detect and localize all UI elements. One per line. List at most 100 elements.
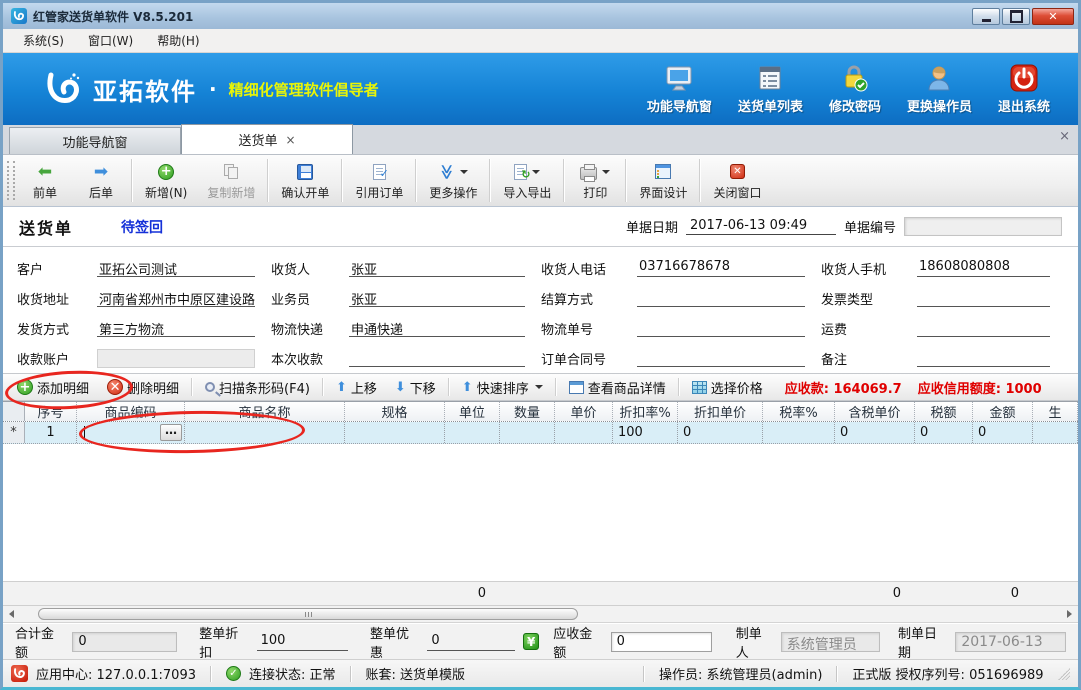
due-amount-label: 应收金额 bbox=[553, 623, 602, 661]
col-seq[interactable]: 序号 bbox=[25, 402, 77, 421]
cell-truncated[interactable] bbox=[1033, 422, 1078, 443]
select-price-button[interactable]: 选择价格 bbox=[686, 376, 769, 399]
interface-design-button[interactable]: 界面设计 bbox=[629, 155, 697, 206]
view-product-detail-button[interactable]: 查看商品详情 bbox=[563, 376, 672, 399]
shipping-method-field[interactable]: 第三方物流 bbox=[97, 319, 255, 337]
customer-field[interactable]: 亚拓公司测试 bbox=[97, 259, 255, 277]
contract-no-field[interactable] bbox=[637, 349, 805, 367]
col-product-name[interactable]: 商品名称 bbox=[185, 402, 345, 421]
horizontal-scrollbar[interactable] bbox=[3, 606, 1078, 623]
cell-unit-price[interactable] bbox=[555, 422, 613, 443]
cell-product-code[interactable] bbox=[77, 422, 185, 443]
payment-now-field[interactable] bbox=[349, 349, 525, 367]
menu-system[interactable]: 系统(S) bbox=[13, 29, 74, 52]
col-qty[interactable]: 数量 bbox=[500, 402, 555, 421]
print-button[interactable]: 打印 bbox=[567, 155, 623, 206]
yen-icon[interactable]: ¥ bbox=[523, 633, 539, 650]
prev-order-button[interactable]: ⬅ 前单 bbox=[17, 155, 73, 206]
invoice-type-field[interactable] bbox=[917, 289, 1050, 307]
tab-delivery-order[interactable]: 送货单 × bbox=[181, 124, 353, 154]
receivable-amount-text: 应收款: 164069.7 bbox=[785, 378, 902, 397]
quick-sort-button[interactable]: ⬆ 快速排序 bbox=[456, 376, 549, 399]
scroll-right-arrow-icon[interactable] bbox=[1061, 606, 1078, 622]
dropdown-caret-icon bbox=[602, 170, 610, 174]
tabstrip-close-icon[interactable]: × bbox=[1059, 129, 1070, 144]
copy-new-button[interactable]: 复制新增 bbox=[197, 155, 265, 206]
col-discount-rate[interactable]: 折扣率% bbox=[613, 402, 678, 421]
salesman-field[interactable]: 张亚 bbox=[349, 289, 525, 307]
cell-amount[interactable]: 0 bbox=[973, 422, 1033, 443]
close-window-button[interactable]: 关闭窗口 bbox=[703, 155, 771, 206]
cell-tax-rate[interactable] bbox=[763, 422, 835, 443]
exit-system-button[interactable]: 退出系统 bbox=[998, 63, 1050, 115]
scrollbar-track[interactable] bbox=[20, 606, 1061, 622]
doc-number-field[interactable] bbox=[904, 217, 1062, 236]
cell-spec[interactable] bbox=[345, 422, 445, 443]
freight-field[interactable] bbox=[917, 319, 1050, 337]
import-export-button[interactable]: 导入导出 bbox=[493, 155, 561, 206]
total-amount-field[interactable]: 0 bbox=[72, 632, 177, 652]
cell-discount-price[interactable]: 0 bbox=[678, 422, 763, 443]
tracking-no-field[interactable] bbox=[637, 319, 805, 337]
grid-data-row[interactable]: * 1 100 0 0 0 0 bbox=[3, 422, 1078, 444]
next-order-button[interactable]: ➡ 后单 bbox=[73, 155, 129, 206]
add-detail-button[interactable]: + 添加明细 bbox=[11, 376, 95, 399]
logistics-field[interactable]: 申通快递 bbox=[349, 319, 525, 337]
move-up-button[interactable]: ⬆ 上移 bbox=[330, 376, 383, 399]
cell-seq[interactable]: 1 bbox=[25, 422, 77, 443]
tab-close-icon[interactable]: × bbox=[285, 133, 295, 147]
col-product-code[interactable]: 商品编码 bbox=[77, 402, 185, 421]
consignee-phone-field[interactable]: 03716678678 bbox=[637, 259, 805, 277]
remark-field[interactable] bbox=[917, 349, 1050, 367]
col-truncated[interactable]: 生 bbox=[1033, 402, 1078, 421]
cell-tax-amount[interactable]: 0 bbox=[915, 422, 973, 443]
cell-unit[interactable] bbox=[445, 422, 500, 443]
minimize-button[interactable] bbox=[972, 8, 1000, 25]
change-password-button[interactable]: 修改密码 bbox=[829, 63, 881, 115]
maximize-button[interactable] bbox=[1002, 8, 1030, 25]
col-unit-price[interactable]: 单价 bbox=[555, 402, 613, 421]
address-field[interactable]: 河南省郑州市中原区建设路 bbox=[97, 289, 255, 307]
shipping-method-label: 发货方式 bbox=[17, 319, 89, 338]
new-button[interactable]: + 新增(N) bbox=[135, 155, 197, 206]
col-tax-incl-price[interactable]: 含税单价 bbox=[835, 402, 915, 421]
order-promo-label: 整单优惠 bbox=[370, 623, 419, 661]
settlement-field[interactable] bbox=[637, 289, 805, 307]
scrollbar-thumb[interactable] bbox=[38, 608, 578, 620]
delivery-list-button[interactable]: 送货单列表 bbox=[738, 63, 803, 115]
doc-date-field[interactable]: 2017-06-13 09:49 bbox=[686, 218, 836, 235]
more-actions-button[interactable]: ≫ 更多操作 bbox=[419, 155, 487, 206]
cell-product-name[interactable] bbox=[185, 422, 345, 443]
lookup-ellipsis-button[interactable] bbox=[160, 424, 182, 441]
col-discount-price[interactable]: 折扣单价 bbox=[678, 402, 763, 421]
cell-qty[interactable] bbox=[500, 422, 555, 443]
cell-discount-rate[interactable]: 100 bbox=[613, 422, 678, 443]
order-discount-field[interactable]: 100 bbox=[257, 633, 348, 651]
reference-order-button[interactable]: 引用订单 bbox=[345, 155, 413, 206]
cell-tax-incl-price[interactable]: 0 bbox=[835, 422, 915, 443]
scroll-left-arrow-icon[interactable] bbox=[3, 606, 20, 622]
col-unit[interactable]: 单位 bbox=[445, 402, 500, 421]
delete-detail-button[interactable]: ✕ 删除明细 bbox=[101, 376, 185, 399]
menu-help[interactable]: 帮助(H) bbox=[147, 29, 209, 52]
nav-window-button[interactable]: 功能导航窗 bbox=[647, 63, 712, 115]
brand-separator: · bbox=[209, 77, 217, 101]
order-promo-field[interactable]: 0 bbox=[427, 633, 515, 651]
consignee-field[interactable]: 张亚 bbox=[349, 259, 525, 277]
confirm-billing-button[interactable]: 确认开单 bbox=[271, 155, 339, 206]
scan-barcode-button[interactable]: 扫描条形码(F4) bbox=[199, 376, 316, 399]
col-amount[interactable]: 金额 bbox=[973, 402, 1033, 421]
receiving-account-field[interactable] bbox=[97, 349, 255, 368]
col-tax-rate[interactable]: 税率% bbox=[763, 402, 835, 421]
col-tax-amount[interactable]: 税额 bbox=[915, 402, 973, 421]
menu-window[interactable]: 窗口(W) bbox=[78, 29, 143, 52]
tab-nav-window[interactable]: 功能导航窗 bbox=[9, 127, 181, 154]
resize-grip[interactable] bbox=[1058, 668, 1070, 680]
col-spec[interactable]: 规格 bbox=[345, 402, 445, 421]
switch-operator-button[interactable]: 更换操作员 bbox=[907, 63, 972, 115]
move-down-button[interactable]: ⬇ 下移 bbox=[389, 376, 442, 399]
close-button[interactable] bbox=[1032, 8, 1074, 25]
consignee-mobile-field[interactable]: 18608080808 bbox=[917, 259, 1050, 277]
due-amount-field[interactable]: 0 bbox=[611, 632, 712, 652]
settlement-label: 结算方式 bbox=[541, 289, 629, 308]
